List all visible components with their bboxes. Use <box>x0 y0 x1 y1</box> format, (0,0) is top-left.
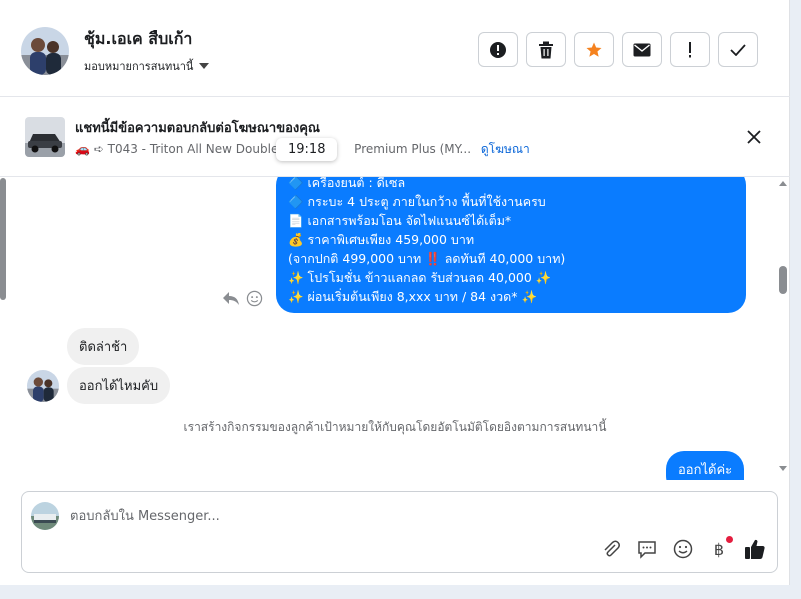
message-line: 📄 เอกสารพร้อมโอน จัดไฟแนนซ์ได้เต็ม* <box>288 213 512 228</box>
message-line: 💰 ราคาพิเศษเพียง 459,000 บาท <box>288 232 475 247</box>
saved-replies-button[interactable] <box>636 538 658 560</box>
messenger-window: ชุ้ม.เอเค สืบเก้า มอบหมายการสนทนานี้ แชท… <box>0 0 790 585</box>
timestamp-tooltip: 19:18 <box>276 138 338 161</box>
scroll-up-arrow-icon[interactable] <box>779 181 787 186</box>
message-line: ✨ โปรโมชั่น ข้าวแลกลด รับส่วนลด 40,000 ✨ <box>288 270 552 285</box>
flag-button[interactable] <box>670 32 710 67</box>
message-line: 🔷 เครื่องยนต์ : ดีเซล <box>288 177 406 190</box>
notification-dot <box>726 536 733 543</box>
outgoing-message[interactable]: ออกได้ค่ะ <box>666 451 745 480</box>
system-notice: เราสร้างกิจกรรมของลูกค้าเป้าหมายให้กับคุ… <box>183 420 607 434</box>
assign-label: มอบหมายการสนทนานี้ <box>84 60 194 73</box>
exclamation-icon <box>689 41 691 57</box>
star-icon <box>586 42 602 57</box>
message-line: (จากปกติ 499,000 บาท ‼️ ลดทันที 40,000 บ… <box>288 251 566 266</box>
assign-conversation-dropdown[interactable]: มอบหมายการสนทนานี้ <box>84 57 210 75</box>
incoming-message[interactable]: ติดล่าช้า <box>67 328 140 365</box>
conversation-header: ชุ้ม.เอเค สืบเก้า มอบหมายการสนทนานี้ <box>0 0 790 97</box>
done-button[interactable] <box>718 32 758 67</box>
report-icon <box>490 41 506 58</box>
mail-button[interactable] <box>622 32 662 67</box>
outgoing-message[interactable]: 🔷 เครื่องยนต์ : ดีเซล 🔷 กระบะ 4 ประตู ภา… <box>276 177 746 313</box>
header-actions <box>478 32 758 67</box>
message-line: 🔷 กระบะ 4 ประตู ภายในกว้าง พื้นที่ใช้งาน… <box>288 194 546 209</box>
emoji-button[interactable] <box>672 538 694 560</box>
emoji-icon <box>673 539 693 559</box>
payment-button[interactable]: ฿ <box>708 536 733 560</box>
page-avatar <box>31 502 59 530</box>
ad-thumbnail[interactable] <box>25 117 65 157</box>
message-line: ✨ ผ่อนเริ่มต้นเพียง 8,xxx บาท / 84 งวด* … <box>288 289 538 304</box>
paperclip-icon <box>604 540 620 557</box>
thumbs-up-icon <box>745 539 765 559</box>
delete-button[interactable] <box>526 32 566 67</box>
close-banner-button[interactable] <box>744 127 764 147</box>
reply-input[interactable] <box>70 506 750 526</box>
caret-down-icon <box>199 63 210 69</box>
ad-name: 🚗 ➪ T043 - Triton All New Double C <box>75 142 291 156</box>
scroll-down-arrow-icon[interactable] <box>779 466 787 471</box>
reply-icon[interactable] <box>222 290 240 306</box>
close-icon <box>747 130 761 144</box>
chat-bubble-icon <box>638 541 656 559</box>
left-scrollbar[interactable] <box>0 178 6 300</box>
react-emoji-icon[interactable] <box>246 290 263 307</box>
contact-avatar[interactable] <box>21 27 69 75</box>
mail-icon <box>633 43 651 56</box>
report-button[interactable] <box>478 32 518 67</box>
thread-scrollbar-thumb[interactable] <box>779 266 787 294</box>
incoming-message[interactable]: ออกได้ไหมคับ <box>67 367 171 404</box>
attach-button[interactable] <box>600 538 622 560</box>
ad-banner-title: แชทนี้มีข้อความตอบกลับต่อโฆษณาของคุณ <box>75 121 320 136</box>
star-button[interactable] <box>574 32 614 67</box>
composer-tools: ฿ <box>600 536 766 560</box>
ad-name-tail: Premium Plus (MY... <box>354 142 472 156</box>
like-button[interactable] <box>744 538 766 560</box>
message-thread[interactable]: 🔷 เครื่องยนต์ : ดีเซล 🔷 กระบะ 4 ประตู ภา… <box>0 177 790 480</box>
baht-icon: ฿ <box>713 539 725 559</box>
ad-reply-banner: แชทนี้มีข้อความตอบกลับต่อโฆษณาของคุณ 🚗 ➪… <box>0 97 790 177</box>
trash-icon <box>539 41 553 58</box>
message-composer: ฿ <box>21 491 778 573</box>
view-ad-link[interactable]: ดูโฆษณา <box>481 142 530 156</box>
contact-name[interactable]: ชุ้ม.เอเค สืบเก้า <box>84 27 192 52</box>
check-icon <box>730 43 746 56</box>
thread-scrollbar-track[interactable] <box>775 180 789 475</box>
contact-avatar-small <box>27 370 59 402</box>
message-actions <box>222 290 263 307</box>
